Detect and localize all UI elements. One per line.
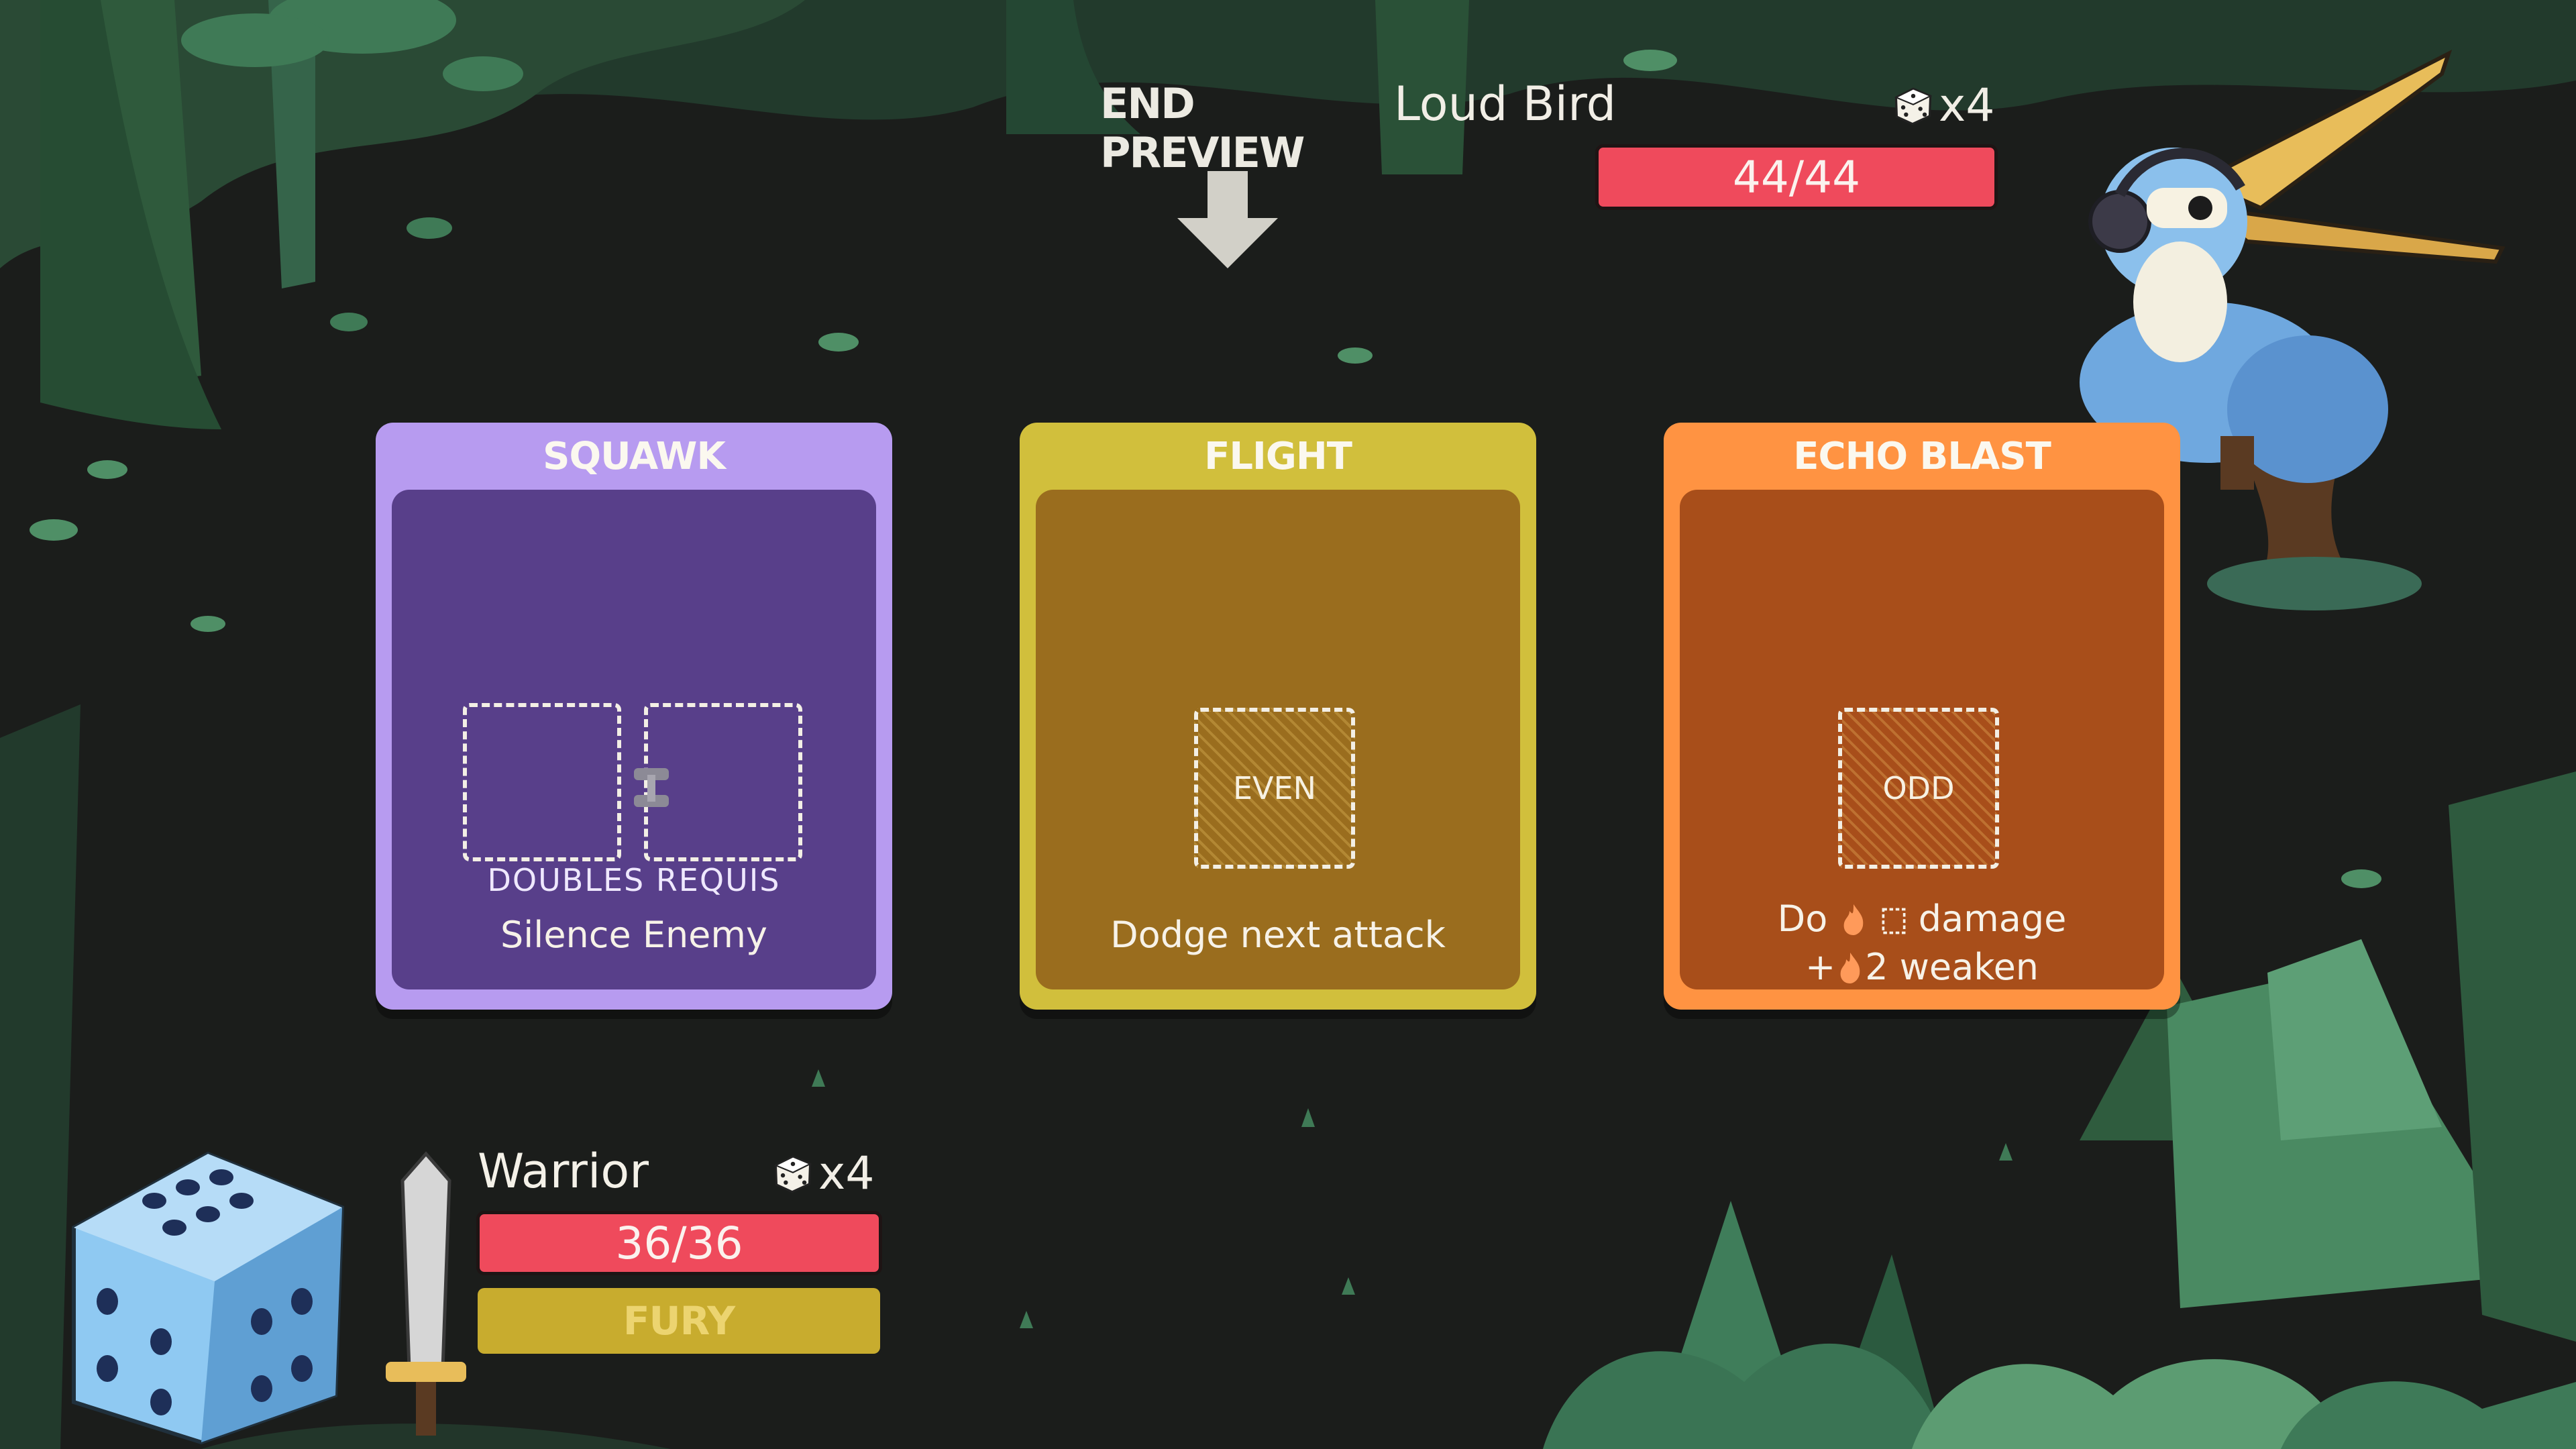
slot-label: ODD	[1882, 770, 1955, 806]
squawk-card[interactable]: SQUAWK DOUBLES REQUIS Silence Enemy	[376, 423, 892, 1010]
description-prefix: Do	[1777, 898, 1828, 940]
card-title: ECHO BLAST	[1793, 435, 2051, 478]
slot-label: EVEN	[1232, 770, 1316, 806]
slot-requirement-label: DOUBLES REQUIS	[487, 862, 781, 898]
link-icon	[634, 768, 669, 807]
enemy-hp-value: 44/44	[1732, 151, 1861, 203]
dice-slot-odd[interactable]: ODD	[1838, 708, 1999, 869]
player-hp-bar: 36/36	[476, 1211, 882, 1275]
dice-slot-1[interactable]	[463, 703, 621, 861]
dice-slot-even[interactable]: EVEN	[1194, 708, 1355, 869]
player-dice-count-label: x4	[818, 1147, 875, 1200]
description-prefix: +	[1805, 946, 1836, 988]
description-suffix: damage	[1918, 898, 2067, 940]
card-description: Silence Enemy	[500, 914, 767, 956]
enemy-dice-count: x4	[1892, 79, 1995, 132]
player-dice-count: x4	[771, 1147, 875, 1200]
flame-icon	[1844, 904, 1864, 935]
card-title: FLIGHT	[1204, 435, 1352, 478]
enemy-name: Loud Bird	[1394, 76, 1617, 131]
card-body: DOUBLES REQUIS Silence Enemy	[392, 490, 876, 989]
flight-card[interactable]: FLIGHT EVEN Dodge next attack	[1020, 423, 1536, 1010]
card-body: ODD Do damage + 2 weaken	[1680, 490, 2164, 989]
description-suffix: 2 weaken	[1865, 946, 2039, 988]
fury-limit-bar[interactable]: FURY	[478, 1288, 880, 1354]
dice-placeholder-icon	[1882, 908, 1906, 934]
enemy-hp-bar: 44/44	[1595, 144, 1998, 210]
down-arrow-icon	[1177, 171, 1278, 268]
card-description: Do damage + 2 weaken	[1680, 895, 2164, 991]
echo-blast-card[interactable]: ECHO BLAST ODD Do damage + 2 weaken	[1664, 423, 2180, 1010]
card-title: SQUAWK	[543, 435, 726, 478]
card-description: Dodge next attack	[1110, 914, 1446, 956]
flame-icon	[1840, 953, 1860, 983]
dice-icon	[1894, 87, 1933, 125]
player-name: Warrior	[478, 1144, 649, 1199]
card-body: EVEN Dodge next attack	[1036, 490, 1520, 989]
description-line-1: Do damage	[1680, 895, 2164, 943]
fury-label: FURY	[623, 1298, 735, 1344]
player-hp-value: 36/36	[615, 1217, 743, 1269]
dice-icon	[773, 1155, 812, 1193]
description-line-2: + 2 weaken	[1680, 943, 2164, 991]
enemy-dice-count-label: x4	[1939, 79, 1995, 132]
warrior-dice-portrait	[72, 1151, 466, 1445]
end-preview-button[interactable]: END PREVIEW	[1100, 79, 1355, 177]
